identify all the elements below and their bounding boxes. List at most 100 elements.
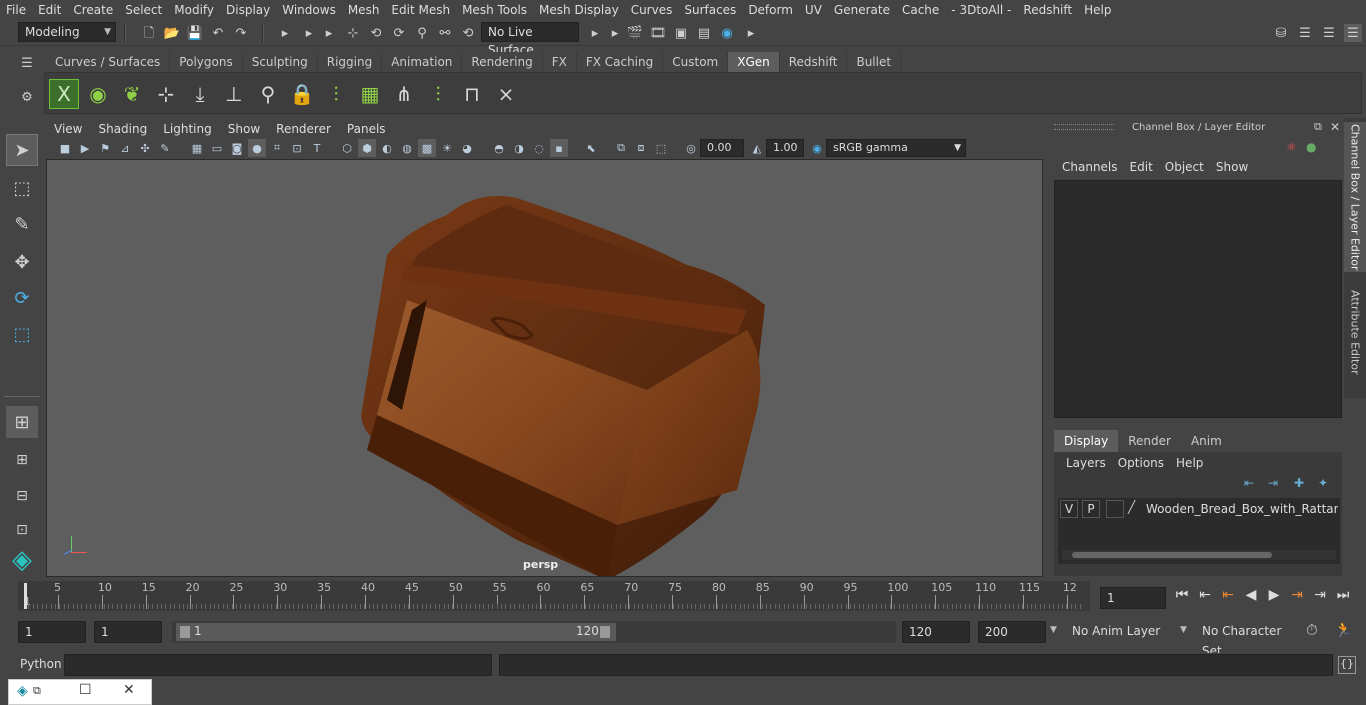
auto-key-icon[interactable]: ⏱ — [1306, 621, 1326, 641]
menu-3dtoall[interactable]: - 3DtoAll - — [945, 3, 1017, 17]
workspace-icon[interactable]: ⛁ — [1272, 24, 1290, 42]
new-layer-icon[interactable]: ✚ — [1294, 476, 1304, 490]
new-layer-selected-icon[interactable]: ✦ — [1318, 476, 1328, 490]
channel-list[interactable] — [1054, 180, 1342, 418]
grid-icon[interactable]: ▦ — [188, 139, 206, 157]
exposure-field[interactable]: 0.00 — [700, 139, 744, 157]
viewport-menu-renderer[interactable]: Renderer — [268, 122, 339, 136]
step-forward-icon[interactable]: ⇥ — [1310, 587, 1330, 603]
menu-select[interactable]: Select — [119, 3, 168, 17]
xgen-grass-icon[interactable]: ⫶ — [321, 79, 351, 109]
layer-tab-display[interactable]: Display — [1054, 430, 1119, 452]
viewport-menu-shading[interactable]: Shading — [90, 122, 155, 136]
restore-icon[interactable]: ⧉ — [33, 684, 41, 698]
menu-redshift[interactable]: Redshift — [1017, 3, 1078, 17]
go-to-end-icon[interactable]: ⏭ — [1333, 587, 1353, 603]
grease-pencil-icon[interactable]: ✎ — [156, 139, 174, 157]
xray-active-icon[interactable]: ⧈ — [632, 139, 650, 157]
four-pane-icon[interactable]: ⊞ — [6, 444, 38, 476]
wireframe-icon[interactable]: ⬡ — [338, 139, 356, 157]
mode-dropdown[interactable]: Modeling ▼ — [18, 22, 116, 42]
channel-menu-edit[interactable]: Edit — [1124, 160, 1159, 174]
range-start-grip[interactable] — [180, 626, 190, 638]
xgen-grass-select-icon[interactable]: ⫶ — [423, 79, 453, 109]
3d-viewport[interactable]: persp — [46, 159, 1043, 577]
menu-cache[interactable]: Cache — [896, 3, 945, 17]
tab-channel-box[interactable]: Channel Box / Layer Editor — [1344, 122, 1366, 272]
anti-aliasing-icon[interactable]: ◑ — [510, 139, 528, 157]
xgen-grid-icon[interactable]: ▦ — [355, 79, 385, 109]
move-layer-up-icon[interactable]: ⇤ — [1244, 476, 1254, 490]
backface-culling-icon[interactable]: ⬚ — [652, 139, 670, 157]
viewport-menu-view[interactable]: View — [46, 122, 90, 136]
close-icon[interactable]: ✕ — [123, 682, 135, 698]
shelf-tab-bullet[interactable]: Bullet — [847, 52, 902, 72]
visibility-icon[interactable]: ● — [1306, 140, 1316, 154]
exposure-icon[interactable]: ◎ — [682, 139, 700, 157]
save-scene-icon[interactable]: 💾 — [186, 24, 204, 42]
step-back-icon[interactable]: ⇤ — [1195, 587, 1215, 603]
xray-icon[interactable]: ⬉ — [582, 139, 600, 157]
gear-icon[interactable]: ⚙ — [18, 88, 36, 106]
script-editor-icon[interactable]: {} — [1338, 656, 1356, 674]
animation-preferences-icon[interactable]: 🏃 — [1334, 621, 1354, 641]
manipulator-icon[interactable]: ⚛ — [1286, 140, 1297, 154]
safe-title-icon[interactable]: T — [308, 139, 326, 157]
2d-pan-icon[interactable]: ✣ — [136, 139, 154, 157]
menu-mesh-tools[interactable]: Mesh Tools — [456, 3, 533, 17]
select-tool-icon[interactable]: ➤ — [6, 134, 38, 166]
collapse-icon[interactable]: ▸ — [276, 24, 294, 42]
scrollbar-thumb[interactable] — [1072, 552, 1272, 558]
shelf-tab-animation[interactable]: Animation — [382, 52, 463, 72]
shelf-tab-rigging[interactable]: Rigging — [317, 52, 383, 72]
single-pane-icon[interactable]: ⊞ — [6, 406, 38, 438]
layer-menu-options[interactable]: Options — [1112, 456, 1170, 470]
anim-layer-dropdown[interactable]: No Anim Layer — [1066, 621, 1174, 643]
range-slider-handle[interactable]: 1 120 — [176, 623, 616, 641]
rotate-tool-icon[interactable]: ⟳ — [6, 282, 38, 314]
shelf-tab-custom[interactable]: Custom — [663, 52, 729, 72]
layer-color-icon[interactable]: ╱ — [1128, 500, 1142, 518]
xgen-delete-icon[interactable]: ⨯ — [491, 79, 521, 109]
ambient-occlusion-icon[interactable]: ◕ — [458, 139, 476, 157]
layer-tab-render[interactable]: Render — [1118, 430, 1181, 452]
image-plane-icon[interactable]: ⊿ — [116, 139, 134, 157]
move-layer-down-icon[interactable]: ⇥ — [1268, 476, 1278, 490]
open-scene-icon[interactable]: 📂 — [163, 24, 181, 42]
command-input[interactable] — [64, 654, 492, 676]
menu-edit[interactable]: Edit — [32, 3, 67, 17]
lasso-tool-icon[interactable]: ⬚ — [6, 172, 38, 204]
lighting-icon[interactable]: ▩ — [418, 139, 436, 157]
channel-menu-object[interactable]: Object — [1159, 160, 1210, 174]
shelf-tab-sculpting[interactable]: Sculpting — [242, 52, 318, 72]
step-back-key-icon[interactable]: ⇤ — [1218, 587, 1238, 603]
live-surface-field[interactable]: No Live Surface — [481, 22, 579, 57]
menu-edit-mesh[interactable]: Edit Mesh — [385, 3, 456, 17]
viewport-menu-show[interactable]: Show — [220, 122, 268, 136]
collapse-icon[interactable]: ▸ — [586, 24, 604, 42]
gate-mask-icon[interactable]: ● — [248, 139, 266, 157]
channel-menu-channels[interactable]: Channels — [1056, 160, 1124, 174]
viewport-menu-panels[interactable]: Panels — [339, 122, 394, 136]
ipr-render-icon[interactable]: ▣ — [672, 24, 690, 42]
menu-modify[interactable]: Modify — [168, 3, 220, 17]
xgen-preview-icon[interactable]: ◉ — [83, 79, 113, 109]
xgen-lock-icon[interactable]: 🔒 — [287, 79, 317, 109]
range-end-grip[interactable] — [600, 626, 610, 638]
xgen-cut-icon[interactable]: ⊓ — [457, 79, 487, 109]
undo-icon[interactable]: ↶ — [209, 24, 227, 42]
layer-menu-layers[interactable]: Layers — [1060, 456, 1112, 470]
xgen-visibility-icon[interactable]: ⚲ — [253, 79, 283, 109]
menu-mesh-display[interactable]: Mesh Display — [533, 3, 625, 17]
xgen-leaf-icon[interactable]: ❦ — [117, 79, 147, 109]
drag-handle[interactable] — [1054, 124, 1114, 130]
collapse-icon[interactable]: ▸ — [742, 24, 760, 42]
shelf-tab-rendering[interactable]: Rendering — [462, 52, 543, 72]
menu-file[interactable]: File — [0, 3, 32, 17]
animation-end-field[interactable]: 200 — [978, 621, 1046, 643]
current-time-indicator[interactable] — [24, 583, 27, 609]
shelf-tab-fx[interactable]: FX — [542, 52, 577, 72]
channel-menu-show[interactable]: Show — [1210, 160, 1254, 174]
menu-create[interactable]: Create — [67, 3, 119, 17]
command-language-label[interactable]: Python — [20, 657, 62, 671]
